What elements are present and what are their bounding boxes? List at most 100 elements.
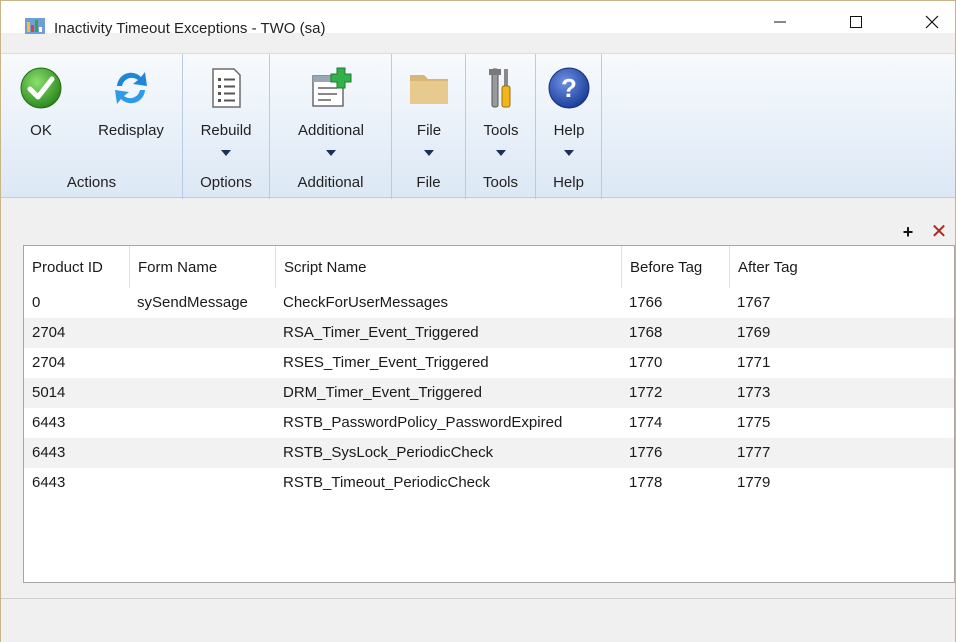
ribbon-group-options: Rebuild Options [183,54,270,199]
cell-after-tag[interactable]: 1773 [729,378,954,408]
app-window-icon [25,18,45,34]
cell-product-id[interactable]: 5014 [24,378,129,408]
grid-toolbar: + ✕ [899,222,953,242]
cell-before-tag[interactable]: 1776 [621,438,729,468]
column-header-after-tag[interactable]: After Tag [729,246,954,288]
cell-script-name[interactable]: RSTB_Timeout_PeriodicCheck [275,468,621,498]
help-dropdown-arrow-icon [564,150,574,156]
status-bar [1,598,955,642]
add-row-icon[interactable]: + [899,222,917,242]
window-title: Inactivity Timeout Exceptions - TWO (sa) [54,20,326,37]
tools-button[interactable]: Tools [468,54,534,169]
ribbon-toolbar: OK Redisplay Actions Rebuild Options Add… [1,53,955,199]
ok-button-label: OK [30,122,52,139]
cell-script-name[interactable]: RSTB_PasswordPolicy_PasswordExpired [275,408,621,438]
help-button-label: Help [553,122,585,139]
column-header-before-tag[interactable]: Before Tag [621,246,729,288]
close-button[interactable] [909,11,955,33]
rebuild-dropdown-arrow-icon [221,150,231,156]
minimize-icon [774,21,786,23]
redisplay-button[interactable]: Redisplay [85,54,177,169]
title-bar[interactable]: Inactivity Timeout Exceptions - TWO (sa) [1,1,955,37]
list-document-icon [212,68,241,108]
tools-dropdown-arrow-icon [496,150,506,156]
ribbon-group-tools: Tools Tools [466,54,536,199]
additional-dropdown-arrow-icon [326,150,336,156]
cell-before-tag[interactable]: 1768 [621,318,729,348]
file-button[interactable]: File [396,54,462,169]
cell-form-name[interactable] [129,318,275,348]
folder-icon [410,75,448,104]
actions-group-label: Actions [66,174,117,191]
additional-button[interactable]: Additional [276,54,386,169]
file-button-label: File [416,122,442,139]
ok-check-icon [20,67,62,109]
table-row[interactable]: 6443 RSTB_SysLock_PeriodicCheck 1776 1777 [24,438,954,468]
column-header-script-name[interactable]: Script Name [275,246,621,288]
cell-form-name[interactable] [129,378,275,408]
table-row[interactable]: 0 sySendMessage CheckForUserMessages 1766 17… [24,288,954,318]
svg-text:?: ? [561,73,577,103]
tools-button-label: Tools [483,122,519,139]
column-header-product-id[interactable]: Product ID [24,246,129,288]
ribbon-group-additional: Additional Additional [270,54,392,199]
ribbon-group-file: File File [392,54,466,199]
grid-header-row: Product ID Form Name Script Name Before … [24,246,954,288]
table-row[interactable]: 2704 RSA_Timer_Event_Triggered 1768 1769 [24,318,954,348]
cell-form-name[interactable]: sySendMessage [129,288,275,318]
maximize-button[interactable] [833,11,879,33]
cell-after-tag[interactable]: 1777 [729,438,954,468]
file-dropdown-arrow-icon [424,150,434,156]
cell-product-id[interactable]: 6443 [24,468,129,498]
column-header-form-name[interactable]: Form Name [129,246,275,288]
cell-product-id[interactable]: 6443 [24,438,129,468]
ribbon-group-help: ? Help Help [536,54,602,199]
cell-product-id[interactable]: 0 [24,288,129,318]
minimize-button[interactable] [757,11,803,33]
cell-form-name[interactable] [129,468,275,498]
cell-after-tag[interactable]: 1779 [729,468,954,498]
additional-button-label: Additional [298,122,364,139]
cell-after-tag[interactable]: 1767 [729,288,954,318]
cell-script-name[interactable]: DRM_Timer_Event_Triggered [275,378,621,408]
help-button[interactable]: ? Help [538,54,600,169]
cell-script-name[interactable]: CheckForUserMessages [275,288,621,318]
cell-product-id[interactable]: 6443 [24,408,129,438]
tools-icon [489,68,511,108]
cell-script-name[interactable]: RSA_Timer_Event_Triggered [275,318,621,348]
file-group-label: File [416,174,441,191]
cell-before-tag[interactable]: 1778 [621,468,729,498]
cell-product-id[interactable]: 2704 [24,318,129,348]
table-row[interactable]: 5014 DRM_Timer_Event_Triggered 1772 1773 [24,378,954,408]
cell-before-tag[interactable]: 1770 [621,348,729,378]
cell-form-name[interactable] [129,348,275,378]
tools-group-label: Tools [482,174,519,191]
cell-after-tag[interactable]: 1769 [729,318,954,348]
cell-product-id[interactable]: 2704 [24,348,129,378]
table-row[interactable]: 2704 RSES_Timer_Event_Triggered 1770 1771 [24,348,954,378]
rebuild-button-label: Rebuild [200,122,252,139]
cell-script-name[interactable]: RSTB_SysLock_PeriodicCheck [275,438,621,468]
table-row[interactable]: 6443 RSTB_Timeout_PeriodicCheck 1778 1779 [24,468,954,498]
ribbon-group-actions: OK Redisplay Actions [1,54,183,199]
additional-group-label: Additional [297,174,364,191]
table-row[interactable]: 6443 RSTB_PasswordPolicy_PasswordExpired 1… [24,408,954,438]
delete-row-icon[interactable]: ✕ [929,222,949,242]
application-window: Inactivity Timeout Exceptions - TWO (sa)… [0,0,956,642]
cell-form-name[interactable] [129,408,275,438]
cell-script-name[interactable]: RSES_Timer_Event_Triggered [275,348,621,378]
help-question-icon: ? [548,67,590,109]
cell-before-tag[interactable]: 1766 [621,288,729,318]
window-add-icon [312,67,352,107]
close-icon [925,15,939,29]
cell-before-tag[interactable]: 1772 [621,378,729,408]
cell-form-name[interactable] [129,438,275,468]
cell-before-tag[interactable]: 1774 [621,408,729,438]
options-group-label: Options [200,174,252,191]
rebuild-button[interactable]: Rebuild [187,54,265,169]
ok-button[interactable]: OK [5,54,77,169]
maximize-icon [850,16,862,28]
cell-after-tag[interactable]: 1775 [729,408,954,438]
exceptions-grid[interactable]: Product ID Form Name Script Name Before … [23,245,955,583]
cell-after-tag[interactable]: 1771 [729,348,954,378]
